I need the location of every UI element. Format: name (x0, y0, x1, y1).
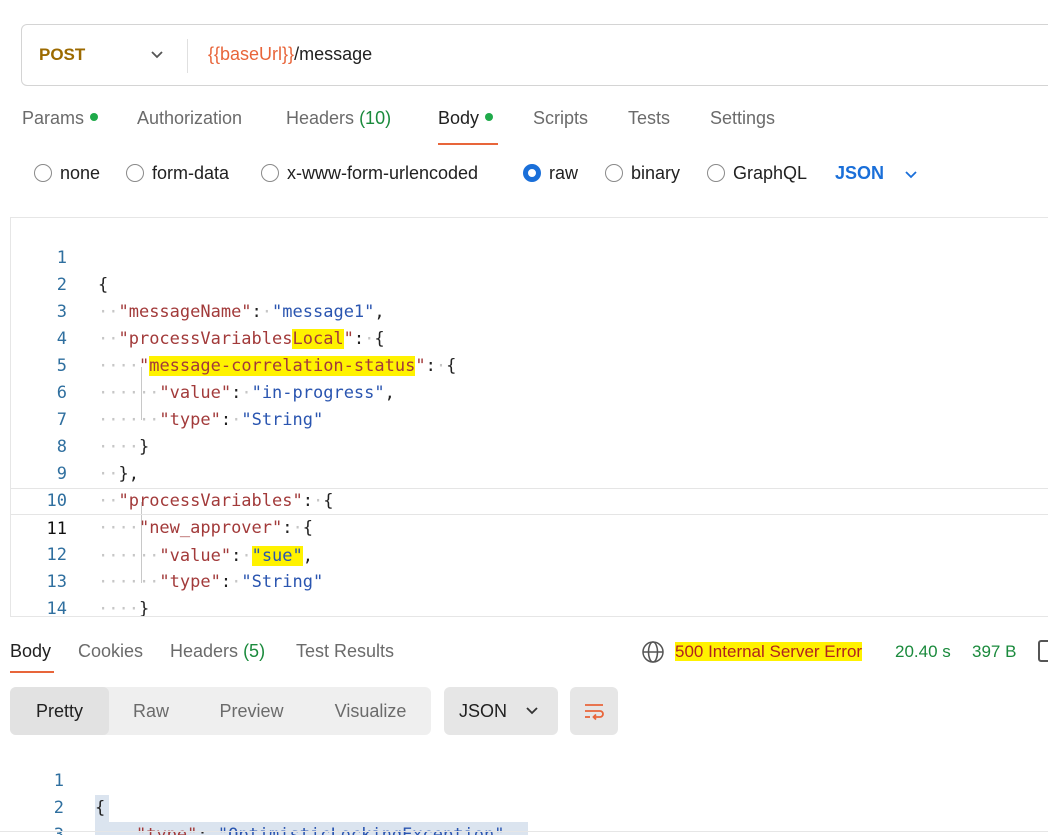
radio-x-www-form-urlencoded[interactable]: x-www-form-urlencoded (261, 163, 478, 184)
tab-count: (10) (359, 108, 392, 128)
active-tab-indicator (10, 671, 54, 673)
code-line: 2 ··"messageName":·"message1", (11, 245, 1048, 322)
tab-authorization[interactable]: Authorization (137, 108, 242, 129)
request-url-bar: POST {{baseUrl}}/message (21, 24, 1048, 86)
tab-headers[interactable]: Headers (10) (286, 108, 391, 129)
url-variable: {{baseUrl}} (208, 44, 295, 64)
response-tab-body[interactable]: Body (10, 641, 51, 662)
code-line: 2 "type": "OptimisticLockingException", (0, 768, 1048, 835)
view-raw[interactable]: Raw (109, 687, 193, 735)
response-time[interactable]: 20.40 s (895, 642, 951, 662)
code-line: 3 "message": "ENGINE-03005 Execution of … (0, 795, 1048, 835)
code-line: 6 ······"type":·"String" (11, 353, 1048, 430)
radio-binary[interactable]: binary (605, 163, 680, 184)
radio-label: raw (549, 163, 579, 183)
status-text: 500 Internal Server Error (675, 642, 863, 661)
tab-label: Headers (170, 641, 239, 661)
radio-label: GraphQL (733, 163, 808, 183)
chevron-down-icon[interactable] (146, 44, 168, 66)
code-line: 12 ······"type":·"String" (11, 515, 1048, 592)
save-response-icon[interactable] (1038, 640, 1048, 662)
format-label: JSON (459, 701, 508, 721)
code-line: 9 ··"processVariables":·{ (11, 434, 1048, 511)
line-code: "type": "OptimisticLockingException", (95, 822, 528, 835)
request-body-editor[interactable]: 1 { 2 ··"messageName":·"message1", 3 ··"… (10, 217, 1048, 617)
tab-tests[interactable]: Tests (628, 108, 670, 129)
code-line: 1 { (11, 218, 1048, 295)
radio-button[interactable] (605, 164, 623, 182)
status-code[interactable]: 500 Internal Server Error (675, 642, 863, 662)
code-line: 10 ····"new_approver":·{ (11, 461, 1048, 538)
status-dot (485, 113, 494, 121)
active-tab-indicator (438, 143, 498, 145)
radio-none[interactable]: none (34, 163, 100, 184)
chevron-down-icon[interactable] (901, 165, 921, 185)
code-line: 15 } (11, 596, 1048, 616)
url-path: /message (294, 44, 373, 64)
radio-button[interactable] (126, 164, 144, 182)
response-tab-headers[interactable]: Headers (5) (170, 641, 265, 662)
tab-label: Headers (286, 108, 355, 128)
tab-count: (5) (243, 641, 266, 661)
tab-body[interactable]: Body (438, 108, 494, 129)
radio-button-selected[interactable] (523, 164, 541, 182)
radio-label: none (60, 163, 101, 183)
code-line: 8 ··}, (11, 407, 1048, 484)
wrap-lines-button[interactable] (570, 687, 618, 735)
code-line: 13 ····} (11, 542, 1048, 616)
tab-settings[interactable]: Settings (710, 108, 775, 129)
divider (0, 831, 1048, 832)
radio-button[interactable] (707, 164, 725, 182)
radio-label: form-data (152, 163, 230, 183)
view-preview[interactable]: Preview (193, 687, 310, 735)
response-size[interactable]: 397 B (972, 642, 1016, 662)
request-tabs: Params Authorization Headers (10) Body S… (0, 108, 1048, 148)
response-view-switcher: Pretty Raw Preview Visualize (10, 687, 431, 735)
chevron-down-icon (526, 707, 538, 715)
url-divider (187, 39, 188, 73)
radio-label: binary (631, 163, 681, 183)
url-input[interactable]: {{baseUrl}}/message (208, 44, 372, 65)
radio-graphql[interactable]: GraphQL (707, 163, 807, 184)
code-line: 4 ····"message-correlation-status":·{ (11, 299, 1048, 376)
view-visualize[interactable]: Visualize (310, 687, 431, 735)
tab-label: Params (22, 108, 85, 128)
body-type-options: none form-data x-www-form-urlencoded raw… (0, 160, 1048, 190)
response-tabs: Body Cookies Headers (5) Test Results 50… (0, 638, 1048, 678)
radio-label: x-www-form-urlencoded (287, 163, 479, 183)
response-tab-test-results[interactable]: Test Results (296, 641, 394, 662)
globe-icon[interactable] (641, 640, 665, 664)
view-pretty[interactable]: Pretty (10, 687, 109, 735)
code-line: 3 ··"processVariablesLocal":·{ (11, 272, 1048, 349)
code-line: 5 ······"value":·"in-progress", (11, 326, 1048, 403)
tab-label: Body (438, 108, 480, 128)
http-method-select[interactable]: POST (39, 45, 85, 65)
tab-scripts[interactable]: Scripts (533, 108, 588, 129)
code-line: 1 { (0, 741, 1048, 822)
radio-raw[interactable]: raw (523, 163, 578, 184)
code-line: 14 ··} (11, 569, 1048, 616)
wrap-lines-icon (585, 704, 604, 721)
radio-button[interactable] (261, 164, 279, 182)
response-tab-cookies[interactable]: Cookies (78, 641, 143, 662)
line-number: 3 (53, 825, 64, 835)
code-line: 7 ····} (11, 380, 1048, 457)
body-language-select[interactable]: JSON (835, 163, 884, 184)
response-format-select[interactable]: JSON (444, 687, 558, 735)
status-dot (90, 113, 99, 121)
radio-button[interactable] (34, 164, 52, 182)
response-body-viewer[interactable]: 1 { 2 "type": "OptimisticLockingExceptio… (0, 740, 1048, 835)
tab-params[interactable]: Params (22, 108, 99, 129)
radio-form-data[interactable]: form-data (126, 163, 229, 184)
code-line-current: 11 ······"value":·"sue", (11, 488, 1048, 566)
